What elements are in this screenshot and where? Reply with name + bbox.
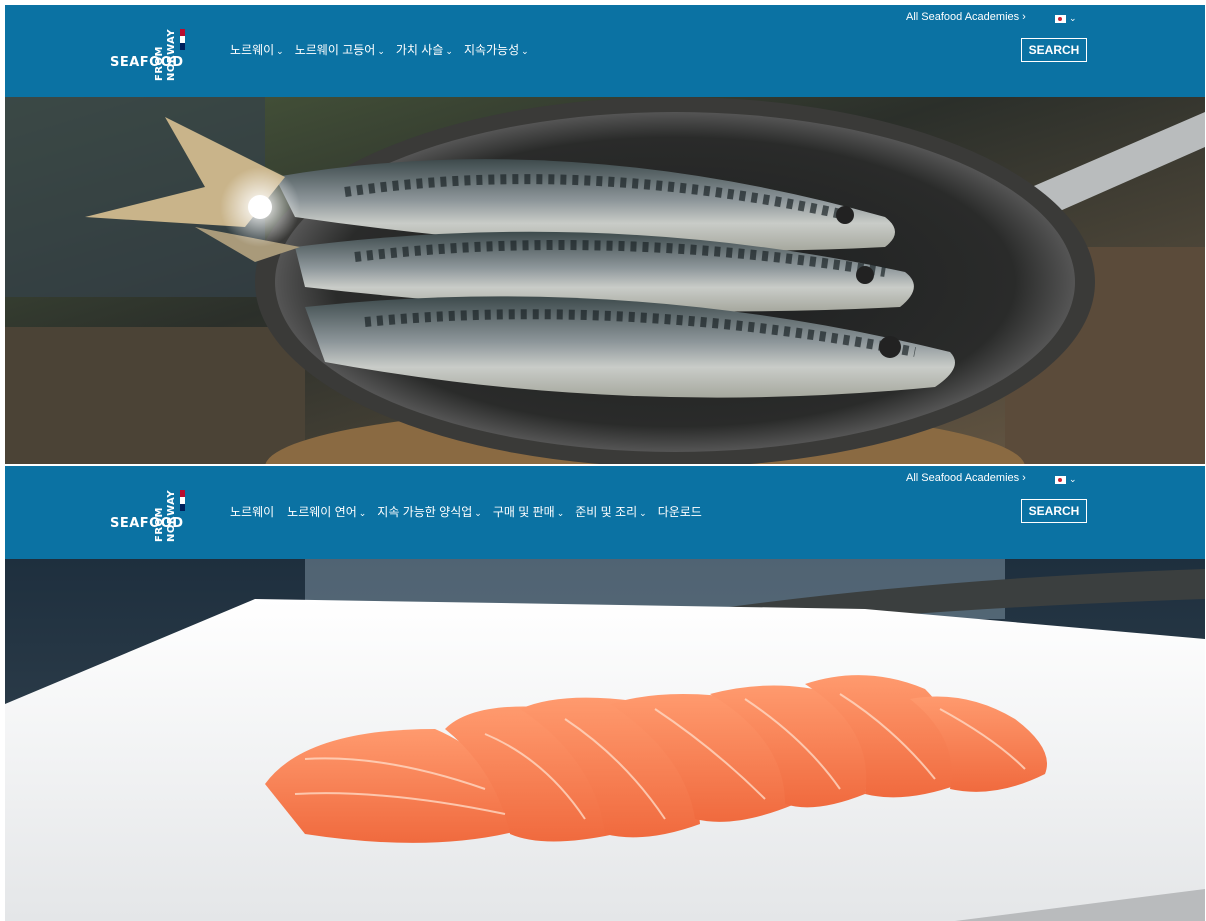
menu-item-sustainable-aquaculture[interactable]: 지속 가능한 양식업 ⌄: [377, 503, 482, 520]
norway-flag-icon: [180, 490, 185, 512]
chevron-down-icon: ⌄: [556, 508, 565, 518]
menu-item-downloads[interactable]: 다운로드: [658, 503, 704, 520]
menu-item-value-chain[interactable]: 가치 사슬 ⌄: [396, 41, 453, 58]
menu-item-norwegian-salmon[interactable]: 노르웨이 연어 ⌄: [287, 503, 366, 520]
main-menu: 노르웨이 ⌄ 노르웨이 고등어 ⌄ 가치 사슬 ⌄ 지속가능성 ⌄: [230, 41, 529, 58]
chevron-down-icon: ⌄: [358, 508, 367, 518]
language-selector[interactable]: ⌄: [1055, 13, 1077, 24]
logo-vertical-norway: NORWAY: [166, 28, 177, 81]
chevron-down-icon: ⌄: [276, 46, 284, 56]
chevron-down-icon: ⌄: [639, 508, 647, 518]
chevron-down-icon: ⌄: [474, 508, 482, 518]
salmon-site-screenshot: SEAFOOD FROM NORWAY 노르웨이 노르웨이 연어 ⌄ 지속 가능한…: [5, 466, 1205, 921]
chevron-down-icon: ⌄: [1069, 474, 1077, 484]
menu-item-sustainability[interactable]: 지속가능성 ⌄: [464, 41, 529, 58]
top-navigation-bar: SEAFOOD FROM NORWAY 노르웨이 노르웨이 연어 ⌄ 지속 가능한…: [5, 466, 1205, 559]
hero-image-salmon-sashimi-plate: [5, 559, 1205, 921]
main-menu: 노르웨이 노르웨이 연어 ⌄ 지속 가능한 양식업 ⌄ 구매 및 판매 ⌄ 준비 및 …: [230, 503, 704, 520]
menu-item-buy-and-sell[interactable]: 구매 및 판매 ⌄: [493, 503, 564, 520]
chevron-down-icon: ⌄: [377, 46, 385, 56]
all-seafood-academies-link[interactable]: All Seafood Academies ›: [906, 11, 1026, 23]
seafood-from-norway-logo[interactable]: SEAFOOD FROM NORWAY: [110, 15, 190, 85]
search-button[interactable]: SEARCH: [1021, 38, 1087, 62]
all-seafood-academies-link[interactable]: All Seafood Academies ›: [906, 472, 1026, 484]
top-navigation-bar: SEAFOOD FROM NORWAY 노르웨이 ⌄ 노르웨이 고등어 ⌄ 가치 사…: [5, 5, 1205, 97]
logo-vertical-norway: NORWAY: [166, 489, 177, 542]
search-button[interactable]: SEARCH: [1021, 499, 1087, 523]
korea-flag-icon: [1055, 475, 1066, 484]
menu-item-norwegian-mackerel[interactable]: 노르웨이 고등어 ⌄: [295, 41, 385, 58]
seafood-from-norway-logo[interactable]: SEAFOOD FROM NORWAY: [110, 476, 190, 546]
korea-flag-icon: [1055, 14, 1066, 23]
menu-item-norway[interactable]: 노르웨이 ⌄: [230, 41, 284, 58]
chevron-down-icon: ⌄: [521, 46, 529, 56]
chevron-down-icon: ⌄: [445, 46, 453, 56]
norway-flag-icon: [180, 29, 185, 51]
menu-item-preparation-cooking[interactable]: 준비 및 조리 ⌄: [575, 503, 646, 520]
language-selector[interactable]: ⌄: [1055, 474, 1077, 485]
mackerel-site-screenshot: SEAFOOD FROM NORWAY 노르웨이 ⌄ 노르웨이 고등어 ⌄ 가치 사…: [5, 5, 1205, 464]
hero-image-mackerel-in-pan: [5, 97, 1205, 464]
chevron-down-icon: ⌄: [1069, 13, 1077, 23]
menu-item-norway[interactable]: 노르웨이: [230, 503, 276, 520]
